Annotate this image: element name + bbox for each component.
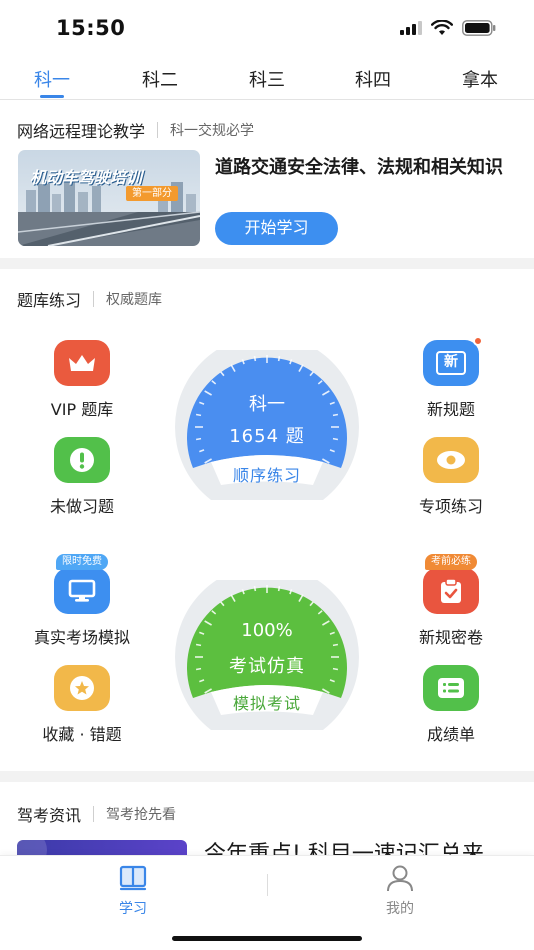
list-icon	[423, 665, 479, 711]
section-subtitle: 权威题库	[106, 292, 163, 308]
feature-label: 成绩单	[426, 725, 475, 744]
section-title: 题库练习	[17, 291, 82, 310]
course-title[interactable]: 道路交通安全法律、法规和相关知识	[215, 156, 515, 180]
crown-icon	[54, 340, 110, 386]
book-icon	[119, 865, 147, 891]
tab-get-license[interactable]: 拿本	[445, 66, 515, 92]
section-subtitle: 驾考抢先看	[106, 807, 177, 823]
feature-label: 专项练习	[418, 497, 483, 516]
banner-heading: 机动车驾驶培训	[30, 168, 143, 187]
cellular-signal-icon	[400, 21, 422, 35]
new-badge-icon: 新	[423, 336, 483, 386]
tab-subject-2[interactable]: 科二	[125, 66, 195, 92]
practice-section-header: 题库练习 权威题库	[17, 287, 162, 311]
home-indicator	[172, 936, 362, 941]
section-divider	[0, 771, 534, 782]
divider	[267, 874, 268, 896]
status-icons	[400, 20, 496, 36]
online-section-header: 网络远程理论教学 科一交规必学	[17, 118, 254, 142]
exclamation-icon	[54, 437, 110, 483]
gauge-tick	[332, 643, 339, 647]
undone-questions-button[interactable]: 未做习题	[22, 437, 142, 517]
dial-question-count: 1654 题	[229, 426, 305, 447]
tab-subject-3[interactable]: 科三	[232, 66, 302, 92]
new-badge-text: 新	[436, 351, 466, 375]
dial-exam-simulation: 考试仿真	[229, 656, 305, 677]
news-section-header: 驾考资讯 驾考抢先看	[17, 802, 176, 826]
nav-label: 学习	[119, 901, 147, 917]
nav-profile[interactable]: 我的	[360, 864, 440, 918]
must-practice-tag: 考前必练	[425, 554, 477, 570]
course-banner[interactable]: 机动车驾驶培训 第一部分	[18, 150, 200, 246]
real-exam-simulation-button[interactable]: 限时免费 真实考场模拟	[22, 554, 142, 648]
mock-exam-label: 模拟考试	[232, 694, 301, 713]
gauge-tick	[277, 585, 281, 592]
dial-pass-rate: 100%	[241, 620, 293, 641]
new-rules-questions-button[interactable]: 新 新规题	[391, 336, 511, 420]
limited-free-tag: 限时免费	[56, 554, 108, 570]
subject-tabs: 科一 科二 科三 科四 拿本	[0, 58, 534, 100]
nav-label: 我的	[386, 901, 414, 917]
favorites-mistakes-button[interactable]: 收藏 · 错题	[22, 665, 142, 745]
sequential-practice-dial[interactable]: 科一 1654 题 顺序练习	[173, 335, 361, 519]
section-divider	[0, 258, 534, 269]
divider	[93, 291, 95, 307]
score-report-button[interactable]: 成绩单	[391, 665, 511, 745]
banner-badge: 第一部分	[126, 186, 178, 201]
nav-learn[interactable]: 学习	[93, 864, 173, 918]
gauge-tick	[195, 643, 202, 647]
tab-subject-4[interactable]: 科四	[338, 66, 408, 92]
vip-question-bank-button[interactable]: VIP 题库	[22, 340, 142, 420]
active-tab-indicator	[40, 95, 64, 98]
wifi-icon	[431, 20, 453, 35]
feature-label: 收藏 · 错题	[42, 725, 122, 744]
section-subtitle: 科一交规必学	[170, 123, 255, 139]
feature-label: 新规题	[426, 400, 475, 419]
feature-label: 未做习题	[49, 497, 114, 516]
feature-label: 真实考场模拟	[33, 628, 130, 647]
feature-label: VIP 题库	[50, 400, 114, 419]
person-icon	[387, 865, 413, 892]
new-rules-secret-paper-button[interactable]: 考前必练 新规密卷	[391, 554, 511, 648]
monitor-icon: 限时免费	[54, 554, 110, 614]
start-learning-button[interactable]: 开始学习	[215, 212, 338, 245]
notification-dot	[473, 336, 483, 346]
clipboard-check-icon: 考前必练	[423, 554, 479, 614]
star-icon	[54, 665, 110, 711]
feature-label: 新规密卷	[418, 628, 483, 647]
section-title: 驾考资讯	[17, 806, 82, 825]
status-bar: 15:50	[0, 0, 534, 58]
battery-icon	[462, 20, 496, 36]
sequential-practice-label: 顺序练习	[232, 466, 301, 485]
gauge-tick	[277, 355, 281, 362]
special-practice-button[interactable]: 专项练习	[391, 437, 511, 517]
section-title: 网络远程理论教学	[17, 122, 146, 141]
tab-subject-1[interactable]: 科一	[17, 66, 87, 92]
gauge-tick	[253, 585, 257, 592]
dial-subject: 科一	[249, 394, 285, 415]
gauge-tick	[253, 355, 257, 362]
eye-icon	[423, 437, 479, 483]
status-time: 15:50	[56, 16, 126, 40]
mock-exam-dial[interactable]: 100% 考试仿真 模拟考试	[173, 565, 361, 749]
divider	[93, 806, 95, 822]
divider	[157, 122, 159, 138]
